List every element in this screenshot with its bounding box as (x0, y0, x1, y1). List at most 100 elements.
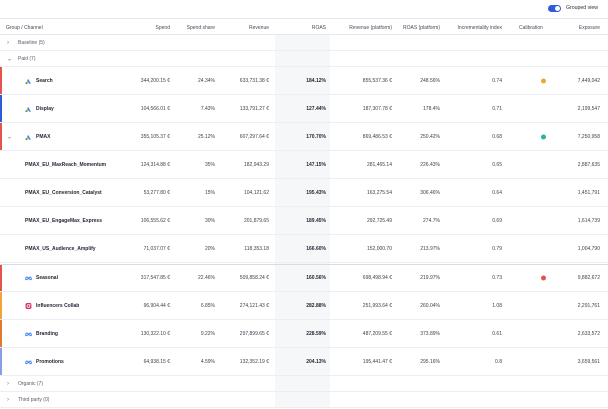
exposure-value: 7,449,042 (577, 77, 600, 84)
roas-value: 228.59% (306, 330, 326, 337)
roas-platform-value: 260.04% (420, 302, 440, 309)
spend-value: 355,105.37 € (140, 133, 170, 140)
channel-color-bar (0, 348, 2, 375)
exposure-value: 2,887,635 (577, 161, 600, 168)
spend-share-value: 30% (204, 217, 215, 224)
revenue-platform-value: 195,441.47 € (362, 358, 392, 365)
roas-platform-value: 250.42% (420, 133, 440, 140)
channel-name: Branding (36, 330, 58, 337)
channel-color-bar (0, 67, 2, 94)
col-header-calibration[interactable]: Calibration (519, 25, 543, 31)
incrementality-index-value: 0.69 (492, 217, 502, 224)
google-ads-icon (25, 106, 31, 112)
campaign-row[interactable]: PMAX_EU_Conversion_Catalyst 53,277.80 € … (0, 179, 608, 207)
meta-icon (25, 276, 32, 281)
chevron-down-icon[interactable]: ⌄ (7, 133, 12, 140)
channel-row-promotions[interactable]: Promotions 64,938.15 € 4.59% 132,352.19 … (0, 348, 608, 376)
incrementality-index-value: 0.65 (492, 161, 502, 168)
roas-value: 170.70% (306, 133, 326, 140)
group-label: Paid (7) (18, 55, 36, 62)
spend-share-value: 25.12% (198, 133, 215, 140)
roas-platform-value: 226.43% (420, 161, 440, 168)
incrementality-index-value: 0.64 (492, 189, 502, 196)
chevron-right-icon: › (7, 380, 9, 387)
spend-share-value: 24.34% (198, 77, 215, 84)
campaign-name: PMAX_US_Audience_Amplify (25, 245, 96, 252)
col-header-exposure[interactable]: Exposure (579, 25, 600, 31)
spend-share-value: 4.59% (200, 358, 215, 365)
channel-row-branding[interactable]: Branding 130,322.10 € 9.22% 297,899.65 €… (0, 320, 608, 348)
roas-platform-value: 178.4% (423, 105, 440, 112)
channel-name: Influencers Collab (36, 302, 80, 309)
group-label: Baseline (5) (18, 39, 45, 46)
campaign-name: PMAX_EU_Conversion_Catalyst (25, 189, 102, 196)
roas-platform-value: 306.46% (420, 189, 440, 196)
roas-value: 189.45% (306, 217, 326, 224)
campaign-row[interactable]: PMAX_EU_MaxReach_Momentum 124,314.88 € 3… (0, 151, 608, 179)
col-header-spend[interactable]: Spend (156, 25, 170, 31)
channel-row-seasonal[interactable]: Seasonal 317,547.85 € 22.46% 509,858.24 … (0, 264, 608, 292)
channel-name: Search (36, 77, 53, 84)
roas-platform-value: 373.89% (420, 330, 440, 337)
channel-row-pmax[interactable]: ⌄ PMAX 355,105.37 € 25.12% 607,297.64 € … (0, 123, 608, 151)
channel-name: Promotions (36, 358, 64, 365)
group-row-baseline[interactable]: › Baseline (5) (0, 35, 608, 51)
group-row-paid[interactable]: ⌄ Paid (7) (0, 51, 608, 67)
revenue-platform-value: 292,725.49 (366, 217, 392, 224)
col-header-revenue[interactable]: Revenue (249, 25, 269, 31)
exposure-value: 1,614,739 (577, 217, 600, 224)
channel-row-display[interactable]: Display 104,566.01 € 7.43% 133,791.27 € … (0, 95, 608, 123)
channel-row-influencers-collab[interactable]: Influencers Collab 96,904.44 € 6.85% 274… (0, 292, 608, 320)
incrementality-index-value: 0.79 (492, 245, 502, 252)
grouped-view-toggle[interactable] (548, 5, 561, 12)
spend-value: 64,938.15 € (143, 358, 170, 365)
spend-share-value: 22.46% (198, 275, 215, 281)
incrementality-index-value: 0.61 (492, 330, 502, 337)
revenue-platform-value: 163,275.54 (366, 189, 392, 196)
incrementality-index-value: 0.73 (492, 275, 502, 281)
group-row-third-party[interactable]: › Third party (0) (0, 392, 608, 408)
campaign-row[interactable]: PMAX_EU_EngageMax_Express 106,555.62 € 3… (0, 207, 608, 235)
exposure-value: 2,199,547 (577, 105, 600, 112)
roas-platform-value: 213.97% (420, 245, 440, 252)
spend-share-value: 9.22% (200, 330, 215, 337)
col-header-group-channel[interactable]: Group / Channel (6, 25, 43, 31)
col-header-roas[interactable]: ROAS (312, 25, 326, 31)
channel-row-search[interactable]: Search 344,200.15 € 24.34% 633,731.38 € … (0, 67, 608, 95)
spend-value: 106,555.62 € (140, 217, 170, 224)
roas-platform-value: 274.7% (423, 217, 440, 224)
spend-share-value: 7.43% (200, 105, 215, 112)
toolbar: Grouped view (0, 0, 608, 18)
spend-value: 344,200.15 € (140, 77, 170, 84)
roas-value: 166.60% (306, 245, 326, 252)
spend-value: 317,547.85 € (140, 275, 170, 281)
col-header-spend-share[interactable]: Spend share (187, 25, 215, 31)
col-header-incrementality-index[interactable]: Incrementality index (458, 25, 502, 31)
col-header-revenue-platform[interactable]: Revenue (platform) (349, 25, 392, 31)
exposure-value: 2,291,761 (577, 302, 600, 309)
spend-value: 96,904.44 € (143, 302, 170, 309)
roas-value: 204.13% (306, 358, 326, 365)
revenue-platform-value: 698,498.94 € (362, 275, 392, 281)
group-label: Organic (7) (18, 380, 44, 387)
revenue-platform-value: 869,486.53 € (362, 133, 392, 140)
campaign-name: PMAX_EU_EngageMax_Express (25, 217, 102, 224)
spend-share-value: 15% (204, 189, 215, 196)
google-ads-icon (25, 134, 31, 140)
roas-value: 127.44% (306, 105, 326, 112)
calibration-status-dot (541, 78, 546, 83)
revenue-platform-value: 152,000.70 (366, 245, 392, 252)
channel-name: Seasonal (36, 275, 58, 281)
channel-color-bar (0, 265, 2, 291)
revenue-value: 104,121.62 (243, 189, 269, 196)
revenue-value: 201,879.65 (243, 217, 269, 224)
spend-value: 130,322.10 € (140, 330, 170, 337)
revenue-value: 118,353.18 (244, 245, 269, 252)
exposure-value: 7,250,958 (577, 133, 600, 140)
col-header-roas-platform[interactable]: ROAS (platform) (403, 25, 440, 31)
incrementality-index-value: 1.08 (492, 302, 502, 309)
group-row-organic[interactable]: › Organic (7) (0, 376, 608, 392)
spend-share-value: 35% (204, 161, 215, 168)
campaign-row[interactable]: PMAX_US_Audience_Amplify 71,037.07 € 20%… (0, 235, 608, 263)
revenue-platform-value: 487,209.55 € (362, 330, 392, 337)
